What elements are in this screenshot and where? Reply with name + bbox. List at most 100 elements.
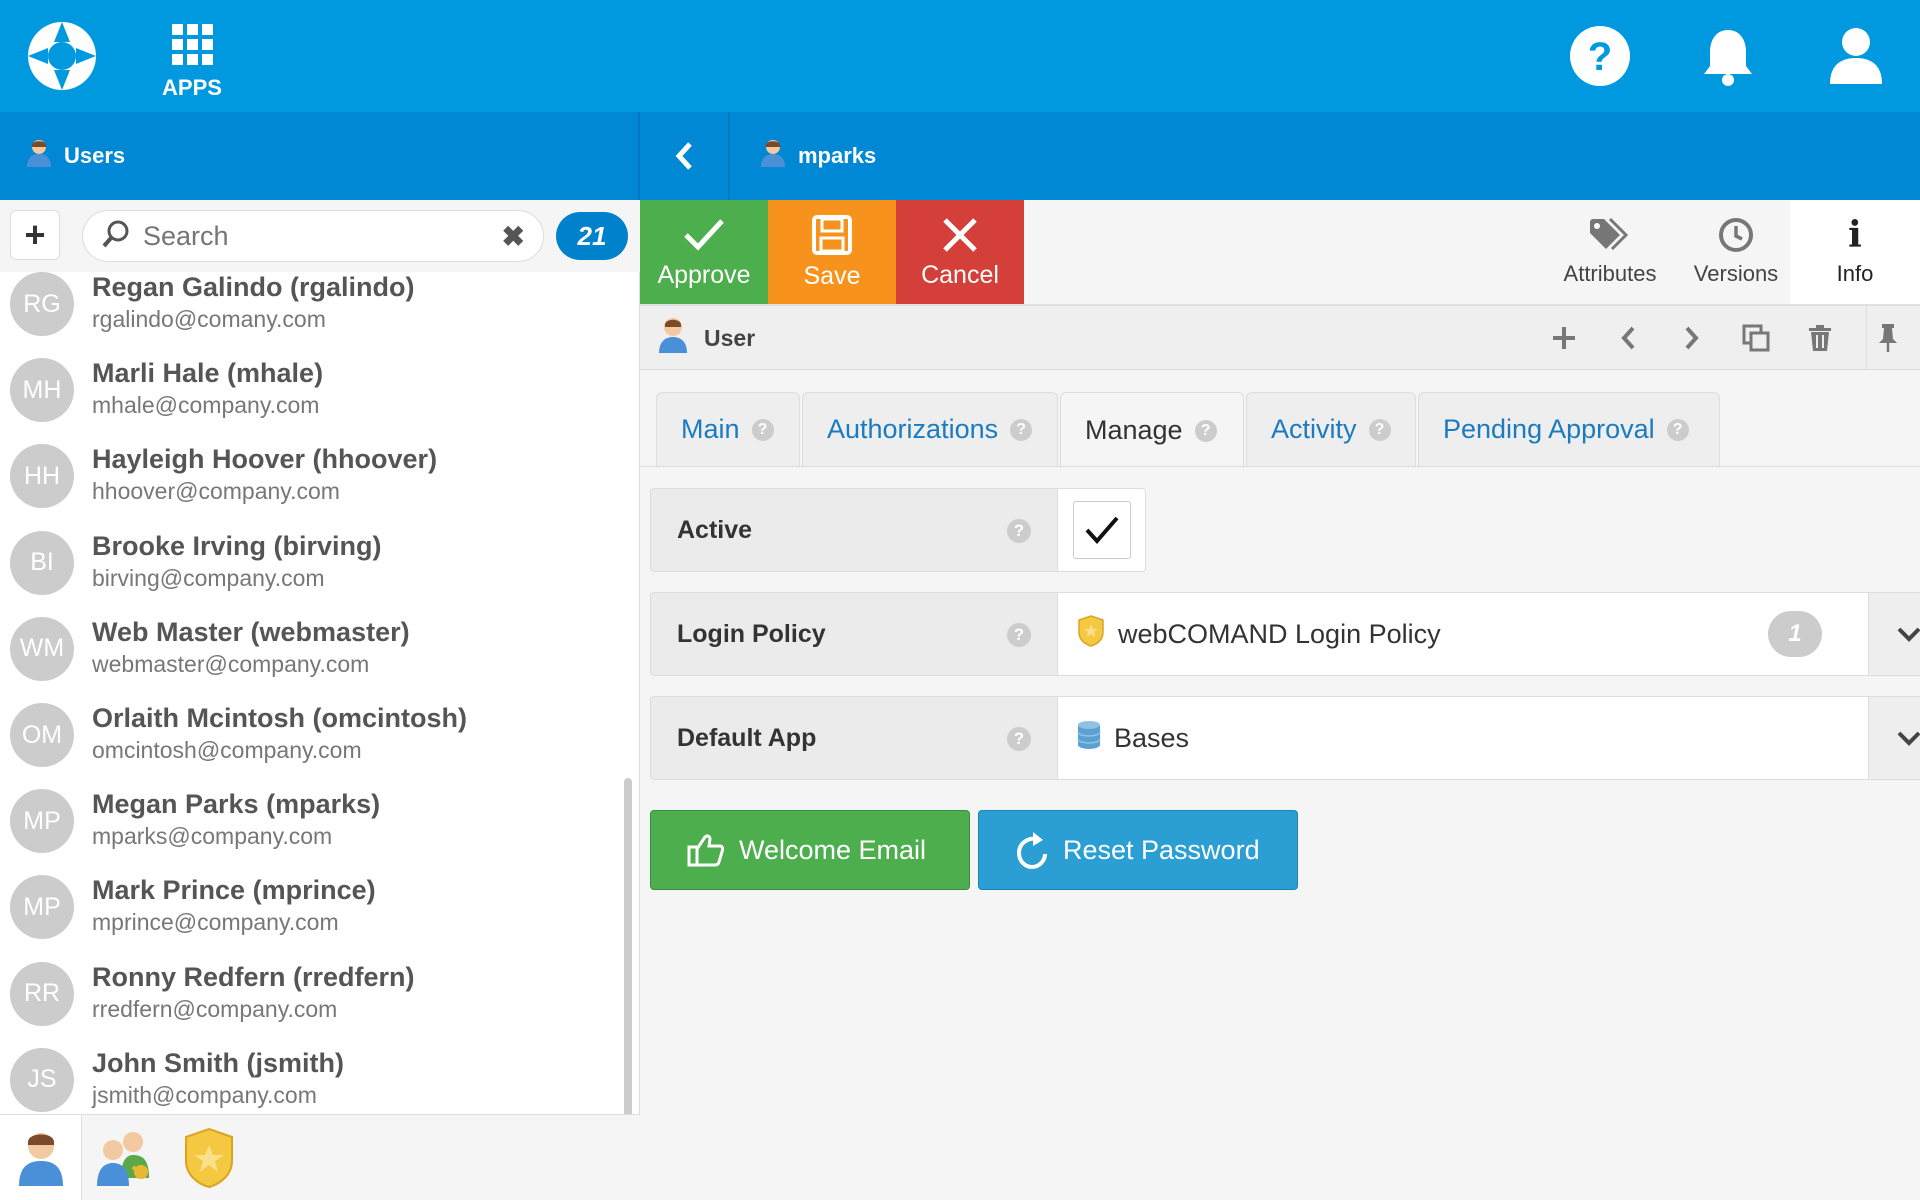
default-app-dropdown-button[interactable]: [1868, 696, 1920, 780]
save-label: Save: [803, 261, 861, 290]
user-list-item[interactable]: MP Mark Prince (mprince) mprince@company.c…: [0, 875, 620, 961]
divider: [728, 112, 730, 200]
approve-label: Approve: [657, 260, 751, 289]
chevron-down-icon: [1897, 731, 1920, 746]
tab-pending-approval[interactable]: Pending Approval?: [1418, 392, 1720, 466]
login-policy-count-badge: 1: [1768, 611, 1822, 657]
user-list-item[interactable]: MP Megan Parks (mparks) mparks@company.com: [0, 789, 620, 875]
user-name: Marli Hale (mhale): [92, 358, 324, 389]
thumbs-up-icon: [687, 834, 725, 867]
help-circle-icon[interactable]: ?: [1368, 418, 1391, 441]
tab-activity[interactable]: Activity?: [1246, 392, 1416, 466]
avatar: JS: [10, 1047, 74, 1112]
user-name: Mark Prince (mprince): [92, 875, 376, 906]
apps-button[interactable]: APPS: [160, 24, 224, 100]
back-chevron-icon[interactable]: [668, 112, 700, 200]
help-circle-icon[interactable]: ?: [1007, 519, 1031, 543]
attributes-label: Attributes: [1563, 261, 1657, 286]
attributes-button[interactable]: Attributes: [1546, 200, 1674, 304]
users-title-text: Users: [64, 143, 126, 168]
reset-password-button[interactable]: Reset Password: [978, 810, 1298, 890]
user-name: Brooke Irving (birving): [92, 530, 382, 561]
pin-icon[interactable]: [1870, 320, 1906, 356]
user-list-item[interactable]: RG Regan Galindo (rgalindo) rgalindo@coman…: [0, 272, 620, 358]
user-list-item[interactable]: MH Marli Hale (mhale) mhale@company.com: [0, 358, 620, 444]
user-list-item[interactable]: RR Ronny Redfern (rredfern) rredfern@compa…: [0, 961, 620, 1048]
users-list-panel: + ✖ 21 RG Regan Galindo (rgalindo) rgalind…: [0, 200, 640, 1200]
user-email: rredfern@company.com: [92, 995, 338, 1022]
tab-authorizations[interactable]: Authorizations?: [802, 392, 1058, 466]
policies-tab[interactable]: [168, 1115, 250, 1200]
welcome-email-label: Welcome Email: [739, 834, 927, 865]
active-label-text: Active: [677, 515, 753, 544]
add-user-button[interactable]: +: [10, 210, 60, 260]
tab-manage[interactable]: Manage?: [1060, 392, 1244, 468]
next-record-icon[interactable]: [1674, 320, 1710, 356]
search-input[interactable]: [143, 220, 502, 252]
active-checkbox[interactable]: [1072, 501, 1131, 559]
groups-tab[interactable]: [84, 1115, 166, 1200]
list-scrollbar[interactable]: [624, 778, 632, 1146]
info-label: Info: [1836, 261, 1874, 286]
record-header-text: mparks: [798, 143, 877, 168]
help-circle-icon[interactable]: ?: [1010, 418, 1033, 441]
user-list-item[interactable]: OM Orlaith Mcintosh (omcintosh) omcintosh@…: [0, 703, 620, 789]
user-name: Ronny Redfern (rredfern): [92, 961, 415, 992]
search-icon: [101, 219, 131, 254]
save-button[interactable]: Save: [768, 200, 896, 304]
user-list-item[interactable]: JS John Smith (jsmith) jsmith@company.com: [0, 1047, 620, 1114]
bell-icon[interactable]: [1696, 24, 1760, 88]
user-list-item[interactable]: HH Hayleigh Hoover (hhoover) hhoover@compa…: [0, 444, 620, 530]
info-icon: i: [1848, 214, 1862, 256]
welcome-email-button[interactable]: Welcome Email: [650, 810, 970, 890]
user-email: jsmith@company.com: [92, 1081, 317, 1108]
help-circle-icon[interactable]: ?: [1007, 727, 1031, 751]
clear-search-icon[interactable]: ✖: [502, 220, 525, 253]
user-name: Web Master (webmaster): [92, 616, 410, 647]
apps-grid-icon: [171, 24, 213, 65]
cancel-button[interactable]: Cancel: [896, 200, 1024, 304]
search-box[interactable]: ✖: [82, 210, 544, 262]
add-record-icon[interactable]: [1546, 320, 1582, 356]
tab-label: Main: [681, 414, 740, 444]
login-policy-select[interactable]: webCOMAND Login Policy 1: [1058, 592, 1920, 676]
list-toolbar: + ✖ 21: [0, 200, 640, 272]
user-email: omcintosh@company.com: [92, 737, 362, 763]
tags-icon: [1590, 217, 1629, 251]
close-icon: [943, 217, 977, 252]
app-logo-icon[interactable]: [24, 18, 100, 94]
divider: [638, 112, 640, 200]
versions-label: Versions: [1693, 261, 1779, 286]
user-email: rgalindo@comany.com: [92, 306, 326, 332]
info-button[interactable]: i Info: [1790, 200, 1920, 304]
reset-password-label: Reset Password: [1063, 834, 1260, 865]
help-circle-icon[interactable]: ?: [1666, 418, 1689, 441]
badge-icon: [185, 1127, 233, 1189]
user-list-item[interactable]: WM Web Master (webmaster) webmaster@compan…: [0, 616, 620, 703]
default-app-value: Bases: [1114, 722, 1190, 753]
help-circle-icon[interactable]: ?: [751, 418, 774, 441]
previous-record-icon[interactable]: [1610, 320, 1646, 356]
users-tab[interactable]: [0, 1115, 82, 1200]
user-profile-icon[interactable]: [1824, 24, 1888, 88]
record-type-label: User: [704, 324, 756, 351]
versions-button[interactable]: Versions: [1674, 200, 1798, 304]
help-icon[interactable]: ?: [1568, 24, 1632, 88]
login-policy-dropdown-button[interactable]: [1868, 592, 1920, 676]
help-circle-icon[interactable]: ?: [1007, 623, 1031, 647]
user-list-item[interactable]: BI Brooke Irving (birving) birving@company…: [0, 530, 620, 617]
default-app-select[interactable]: Bases: [1058, 696, 1920, 780]
help-circle-icon[interactable]: ?: [1194, 419, 1217, 442]
user-email: webmaster@company.com: [92, 650, 370, 677]
duplicate-icon[interactable]: [1738, 320, 1774, 356]
tab-main[interactable]: Main?: [656, 392, 800, 466]
approve-button[interactable]: Approve: [640, 200, 768, 304]
check-icon: [684, 218, 724, 251]
apps-label: APPS: [162, 75, 222, 100]
delete-trash-icon[interactable]: [1802, 320, 1838, 356]
tab-label: Manage: [1085, 415, 1183, 445]
user-email: mprince@company.com: [92, 909, 339, 936]
avatar: OM: [10, 703, 74, 767]
avatar: HH: [10, 444, 74, 509]
avatar: WM: [10, 616, 74, 681]
